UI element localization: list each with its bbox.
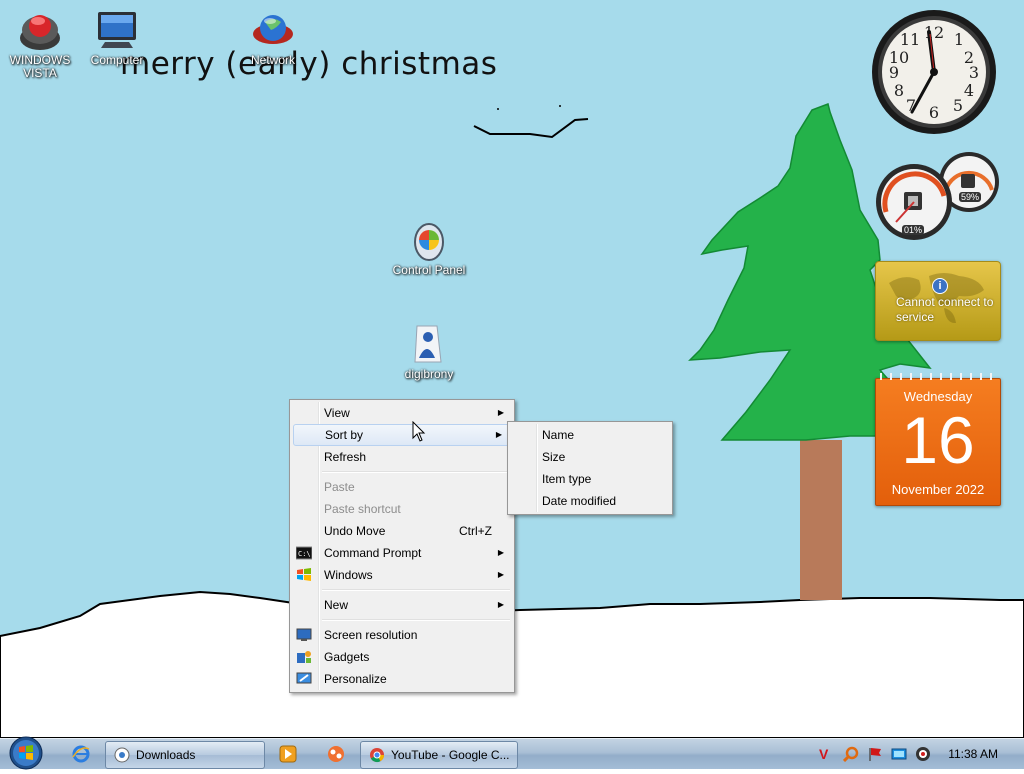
clock-gadget[interactable]: 12 1 2 345 678 9 10 11 (870, 8, 998, 136)
app-launcher-icon[interactable] (327, 745, 345, 763)
menu-item-paste: Paste (324, 480, 355, 494)
calendar-rings-icon (880, 373, 992, 380)
control-panel-icon (407, 218, 451, 262)
memory-usage-label: 59% (959, 192, 982, 202)
svg-text:V: V (819, 746, 829, 762)
svg-text:10: 10 (889, 48, 909, 67)
desktop-icon-label: WINDOWS VISTA (9, 53, 71, 80)
svg-text:5: 5 (953, 96, 963, 115)
sort-by-name[interactable]: Name (510, 424, 670, 446)
svg-text:8: 8 (894, 81, 904, 100)
taskbar-button-youtube-chrome[interactable]: YouTube - Google C... (360, 741, 518, 769)
vista-orb-icon (18, 8, 62, 52)
menu-shortcut: Ctrl+Z (459, 524, 492, 538)
submenu-arrow-icon: ▶ (497, 600, 504, 609)
display-tray-icon[interactable] (891, 746, 907, 762)
menu-item-personalize[interactable]: Personalize (292, 668, 512, 690)
sort-by-submenu: Name Size Item type Date modified (507, 421, 673, 515)
weather-status-text: Cannot connect to service (896, 295, 994, 324)
network-icon (251, 8, 295, 52)
sort-by-date-modified[interactable]: Date modified (510, 490, 670, 512)
menu-item-windows[interactable]: Windows ▶ (292, 564, 512, 586)
user-folder-icon (407, 322, 451, 366)
desktop-icon-label: Control Panel (392, 263, 466, 277)
taskbar-button-downloads[interactable]: Downloads (105, 741, 265, 769)
menu-separator (322, 589, 510, 591)
command-prompt-icon: C:\ (296, 546, 312, 560)
menu-separator (322, 619, 510, 621)
sort-by-item-type[interactable]: Item type (510, 468, 670, 490)
personalize-icon (296, 672, 312, 684)
menu-item-paste-shortcut: Paste shortcut (324, 502, 401, 516)
cpu-meter-dials-icon (876, 152, 999, 240)
menu-item-undo-move[interactable]: Undo Move Ctrl+Z (292, 520, 512, 542)
svg-text:12: 12 (924, 23, 944, 42)
menu-item-sort-by[interactable]: Sort by ▶ (293, 424, 511, 446)
submenu-arrow-icon: ▶ (497, 570, 504, 579)
calendar-day: 16 (901, 403, 975, 477)
clock-face-icon: 12 12 345 678 91011 (872, 10, 996, 134)
menu-item-gadgets[interactable]: Gadgets (292, 646, 512, 668)
submenu-arrow-icon: ▶ (495, 430, 502, 439)
start-orb-icon (9, 736, 43, 770)
desktop-icon-control-panel[interactable]: Control Panel (389, 218, 469, 277)
cpu-meter-gadget[interactable]: 01% 59% (874, 150, 1000, 242)
desktop-context-menu: View ▶ Sort by ▶ Refresh Paste Paste sho… (289, 399, 515, 693)
info-icon: i (932, 278, 948, 294)
calendar-month-year: November 2022 (891, 482, 985, 497)
action-center-flag-icon[interactable] (867, 746, 883, 762)
submenu-arrow-icon: ▶ (497, 548, 504, 557)
mouse-cursor-icon (412, 421, 426, 442)
desktop-icon-label: digibrony (404, 367, 454, 381)
tree-trunk (800, 440, 842, 600)
svg-text:C:\: C:\ (298, 550, 311, 558)
menu-item-new[interactable]: New ▶ (292, 594, 512, 616)
desktop[interactable]: merry (early) christmas WINDOWS VISTA Co… (0, 0, 1024, 738)
calendar-weekday: Wednesday (903, 389, 973, 404)
menu-item-command-prompt[interactable]: C:\ Command Prompt ▶ (292, 542, 512, 564)
svg-text:3: 3 (969, 63, 979, 82)
menu-item-screen-resolution[interactable]: Screen resolution (292, 624, 512, 646)
desktop-icon-label: Network (250, 53, 295, 67)
submenu-arrow-icon: ▶ (497, 408, 504, 417)
folder-icon (114, 747, 130, 763)
desktop-icon-label: Computer (90, 53, 144, 67)
weather-gadget[interactable]: i Cannot connect to service (875, 261, 1001, 341)
taskbar-clock[interactable]: 11:38 AM (948, 739, 998, 769)
chrome-icon (370, 748, 385, 763)
desktop-icon-network[interactable]: Network (233, 8, 313, 67)
screen-resolution-icon (296, 628, 312, 641)
svg-text:4: 4 (964, 81, 974, 100)
search-tray-icon[interactable] (843, 746, 859, 762)
volume-icon[interactable] (915, 746, 931, 762)
desktop-icon-computer[interactable]: Computer (77, 8, 157, 67)
gadgets-icon (297, 651, 311, 663)
menu-separator (322, 471, 510, 473)
calendar-gadget[interactable]: Wednesday 16 November 2022 (875, 370, 1001, 506)
media-player-icon[interactable] (279, 745, 297, 763)
internet-explorer-icon[interactable] (72, 745, 90, 763)
windows-flag-icon (297, 568, 311, 581)
bird-scribble (473, 118, 589, 139)
svg-text:1: 1 (954, 30, 964, 49)
taskbar: Downloads YouTube - Google C... V 11:38 … (0, 735, 1024, 771)
antivirus-icon[interactable]: V (817, 746, 833, 762)
desktop-icon-digibrony[interactable]: digibrony (389, 322, 469, 381)
svg-text:11: 11 (900, 30, 920, 49)
svg-text:6: 6 (929, 103, 939, 122)
sort-by-size[interactable]: Size (510, 446, 670, 468)
cpu-usage-label: 01% (902, 225, 925, 235)
desktop-icon-windows-vista[interactable]: WINDOWS VISTA (0, 8, 80, 80)
menu-item-refresh[interactable]: Refresh (292, 446, 512, 468)
calendar-page: Wednesday 16 November 2022 (875, 378, 1001, 506)
computer-icon (95, 8, 139, 52)
menu-item-view[interactable]: View ▶ (292, 402, 512, 424)
start-button[interactable] (4, 735, 44, 771)
